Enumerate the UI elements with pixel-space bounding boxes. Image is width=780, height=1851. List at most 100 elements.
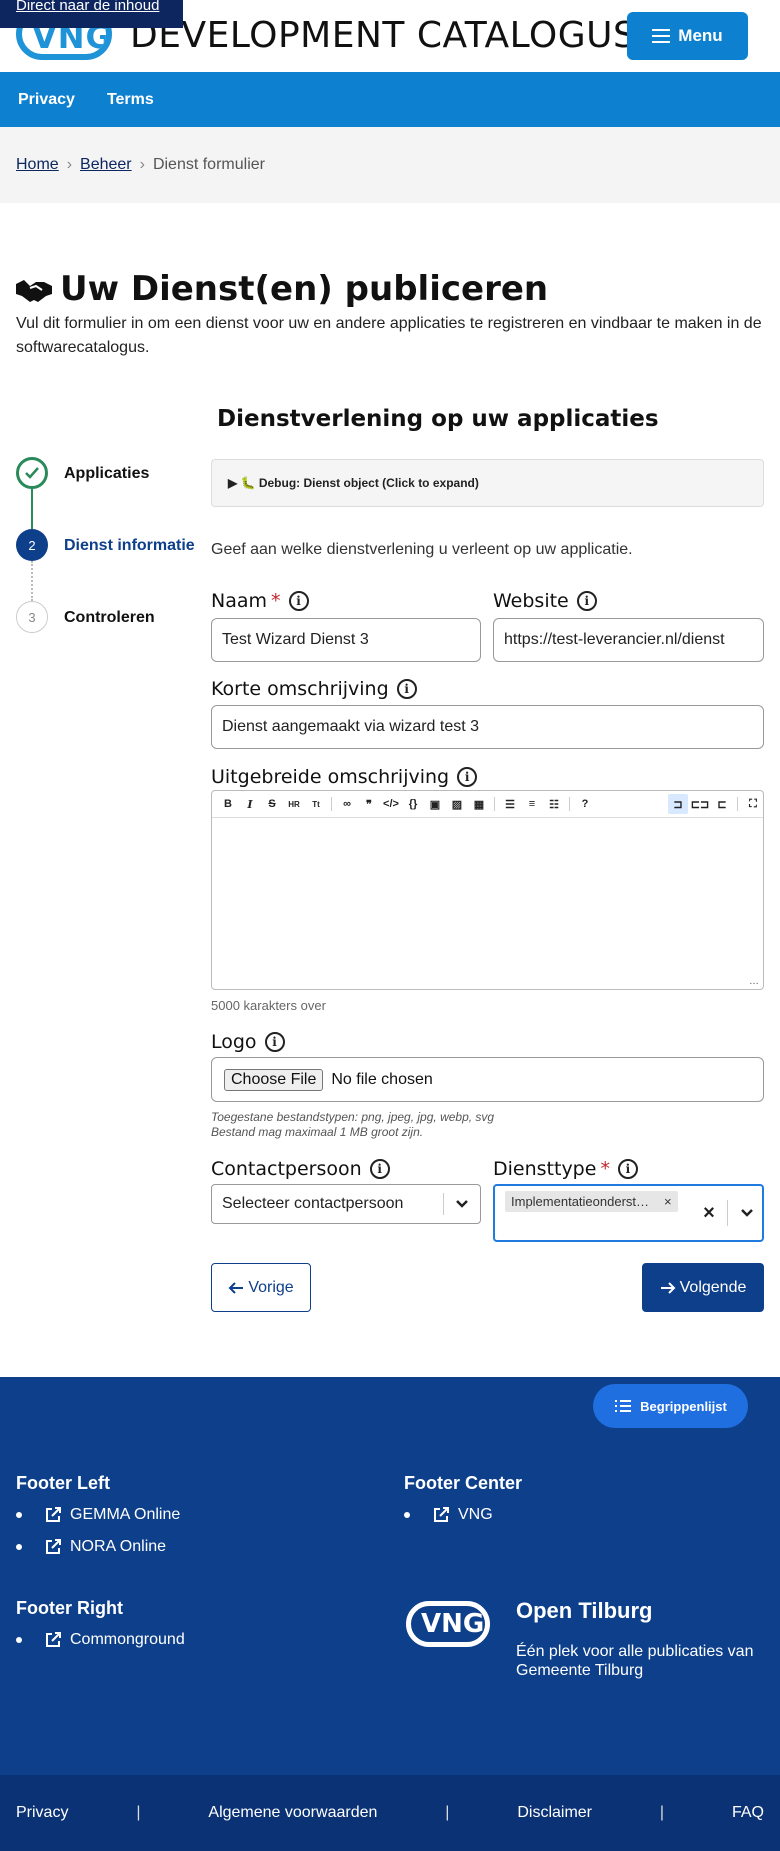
required-marker: * [600, 1158, 610, 1180]
check-icon [25, 467, 39, 479]
diensttype-label: Diensttype * i [493, 1158, 638, 1180]
top-nav: Privacy Terms [0, 72, 780, 127]
footer-link[interactable]: Commonground [16, 1631, 185, 1649]
chevron-down-icon[interactable] [732, 1208, 762, 1218]
external-link-icon [46, 1539, 61, 1554]
help-icon[interactable]: ? [575, 794, 595, 814]
code-block-icon[interactable]: {} [403, 794, 423, 814]
handshake-icon [16, 280, 52, 302]
next-button[interactable]: Volgende [642, 1263, 764, 1312]
choose-file-button[interactable]: Choose File [224, 1068, 324, 1091]
preview-mode-icon[interactable]: ⊏ [712, 794, 732, 814]
nav-terms[interactable]: Terms [107, 91, 154, 109]
diensttype-multiselect[interactable]: Implementatieondersteuning × × [493, 1184, 764, 1242]
italic-icon[interactable]: I [240, 794, 260, 814]
footer-link[interactable]: VNG [404, 1506, 493, 1524]
info-icon[interactable]: i [396, 679, 417, 699]
image-icon[interactable]: ▨ [447, 794, 467, 814]
chevron-right-icon: › [66, 156, 73, 173]
footer-terms-link[interactable]: Algemene voorwaarden [208, 1804, 377, 1822]
org-name: Open Tilburg [516, 1598, 653, 1623]
info-icon[interactable]: i [264, 1032, 285, 1052]
info-icon[interactable]: i [457, 767, 478, 787]
breadcrumb: Home › Beheer › Dienst formulier [0, 127, 780, 203]
strikethrough-icon[interactable]: S [262, 794, 282, 814]
edit-mode-icon[interactable]: ⊐ [668, 794, 688, 814]
title-icon[interactable]: Tt [306, 794, 326, 814]
previous-button[interactable]: Vorige [211, 1263, 311, 1312]
arrow-left-icon [228, 1281, 244, 1294]
list-icon [615, 1400, 632, 1412]
step-1-label[interactable]: Applicaties [64, 465, 149, 483]
section-title: Dienstverlening op uw applicaties [217, 406, 659, 432]
step-1-done-icon[interactable] [16, 457, 48, 489]
bold-icon[interactable]: B [218, 794, 238, 814]
quote-icon[interactable]: ❞ [359, 794, 379, 814]
info-icon[interactable]: i [576, 591, 597, 611]
glossary-button[interactable]: Begrippenlijst [593, 1384, 748, 1428]
external-link-icon [434, 1507, 449, 1522]
footer-link[interactable]: NORA Online [16, 1538, 166, 1556]
step-3-label: Controleren [64, 609, 155, 626]
chevron-right-icon: › [139, 156, 145, 173]
contactpersoon-select[interactable]: Selecteer contactpersoon [211, 1184, 481, 1224]
nav-privacy[interactable]: Privacy [18, 91, 75, 109]
markdown-editor[interactable]: B I S HR Tt ∞ ❞ </> {} ▣ ▨ ▦ ☰ ≡ ☷ ? ⊐ ⊏… [211, 790, 764, 990]
file-status: No file chosen [331, 1070, 433, 1088]
chevron-down-icon[interactable] [444, 1199, 480, 1209]
link-icon[interactable]: ∞ [337, 794, 357, 814]
fullscreen-icon[interactable]: ⛶ [743, 794, 763, 814]
live-mode-icon[interactable]: ⊏⊐ [690, 794, 710, 814]
resize-handle-icon[interactable]: … [749, 976, 759, 987]
table-icon[interactable]: ▦ [469, 794, 489, 814]
website-label: Website i [493, 590, 597, 612]
footer-center-title: Footer Center [404, 1473, 523, 1493]
breadcrumb-beheer[interactable]: Beheer [80, 156, 132, 174]
naam-input[interactable]: Test Wizard Dienst 3 [211, 618, 481, 662]
editor-textarea[interactable] [212, 818, 763, 988]
hamburger-icon [652, 29, 671, 43]
footer-privacy-link[interactable]: Privacy [16, 1804, 68, 1822]
footer-bottom-bar: Privacy | Algemene voorwaarden | Disclai… [0, 1775, 780, 1851]
info-icon[interactable]: i [369, 1159, 390, 1179]
uitgebreide-omschrijving-label: Uitgebreide omschrijving i [211, 766, 478, 788]
clear-icon[interactable]: × [695, 1202, 723, 1225]
heading-icon[interactable]: HR [284, 794, 304, 814]
footer-disclaimer-link[interactable]: Disclaimer [517, 1804, 592, 1822]
naam-label: Naam * i [211, 590, 309, 612]
logo-file-input[interactable]: Choose File No file chosen [211, 1057, 764, 1102]
step-3-number: 3 [16, 601, 48, 633]
footer [0, 1377, 780, 1775]
breadcrumb-current: Dienst formulier [152, 156, 265, 173]
menu-button[interactable]: Menu [627, 12, 748, 60]
info-icon[interactable]: i [617, 1159, 638, 1179]
debug-details-toggle[interactable]: ▶ 🐛 Debug: Dienst object (Click to expan… [211, 459, 764, 507]
site-title: DEVELOPMENT CATALOGUS [130, 15, 637, 56]
footer-left-title: Footer Left [16, 1473, 110, 1493]
ordered-list-icon[interactable]: ≡ [522, 794, 542, 814]
required-marker: * [271, 590, 281, 612]
skip-to-content-link[interactable]: Direct naar de inhoud [0, 0, 183, 28]
char-count: 5000 karakters over [211, 998, 326, 1013]
footer-link[interactable]: GEMMA Online [16, 1506, 180, 1524]
footer-vng-logo[interactable]: VNG [406, 1601, 490, 1647]
code-icon[interactable]: </> [381, 794, 401, 814]
unordered-list-icon[interactable]: ☰ [500, 794, 520, 814]
website-input[interactable]: https://test-leverancier.nl/dienst [493, 618, 764, 662]
checked-list-icon[interactable]: ☷ [544, 794, 564, 814]
step-2-label[interactable]: Dienst informatie [64, 537, 195, 555]
contactpersoon-label: Contactpersoon i [211, 1158, 390, 1180]
file-hint: Toegestane bestandstypen: png, jpeg, jpg… [211, 1110, 495, 1139]
step-2-number[interactable]: 2 [16, 529, 48, 561]
step-connector [31, 489, 33, 529]
comment-icon[interactable]: ▣ [425, 794, 445, 814]
remove-tag-icon[interactable]: × [664, 1194, 672, 1209]
breadcrumb-home[interactable]: Home [16, 156, 59, 174]
korte-omschrijving-input[interactable]: Dienst aangemaakt via wizard test 3 [211, 705, 764, 749]
korte-omschrijving-label: Korte omschrijving i [211, 678, 417, 700]
arrow-right-icon [660, 1281, 676, 1294]
selected-tag: Implementatieondersteuning × [505, 1191, 678, 1212]
info-icon[interactable]: i [288, 591, 309, 611]
footer-faq-link[interactable]: FAQ [732, 1804, 764, 1822]
external-link-icon [46, 1632, 61, 1647]
